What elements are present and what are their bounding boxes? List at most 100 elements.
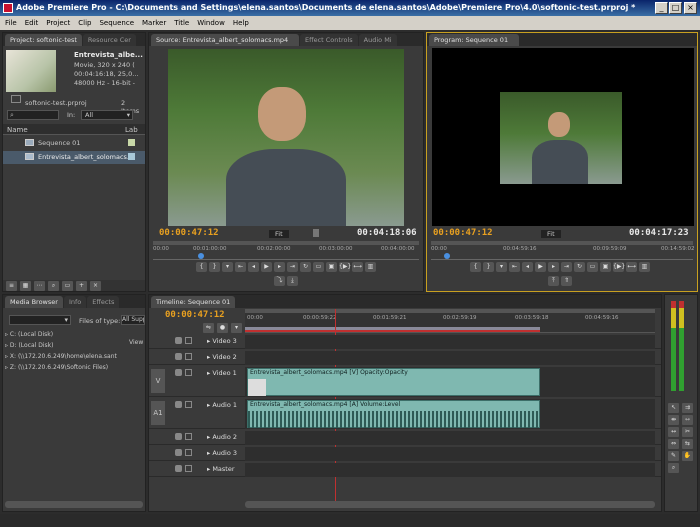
timeline-zoom-bar[interactable] bbox=[245, 309, 655, 313]
timeline-ruler[interactable]: 00:00 00:00:59:22 00:01:59:21 00:02:59:1… bbox=[245, 309, 655, 333]
rate-stretch-tool-icon[interactable]: ↔ bbox=[668, 427, 679, 437]
menu-file[interactable]: File bbox=[5, 16, 17, 30]
maximize-button[interactable]: □ bbox=[669, 2, 682, 14]
slip-tool-icon[interactable]: ⇔ bbox=[668, 439, 679, 449]
tab-media-browser[interactable]: Media Browser bbox=[5, 296, 63, 308]
tab-info[interactable]: Info bbox=[63, 296, 87, 308]
automate-icon[interactable]: ⋯ bbox=[34, 281, 45, 291]
play-icon[interactable]: ▶ bbox=[535, 262, 546, 272]
source-current-timecode[interactable]: 00:00:47:12 bbox=[159, 228, 219, 238]
play-in-out-icon[interactable]: {▶} bbox=[613, 262, 625, 272]
step-forward-icon[interactable]: ▸ bbox=[274, 262, 285, 272]
track-lane[interactable] bbox=[245, 463, 655, 477]
menu-clip[interactable]: Clip bbox=[78, 16, 91, 30]
rolling-edit-tool-icon[interactable]: ⇿ bbox=[682, 415, 693, 425]
track-lane[interactable] bbox=[245, 335, 655, 349]
tab-effect-controls[interactable]: Effect Controls bbox=[300, 34, 358, 46]
source-time-ruler[interactable]: 00:00 00:01:00:00 00:02:00:00 00:03:00:0… bbox=[153, 246, 419, 260]
lock-icon[interactable] bbox=[185, 433, 192, 440]
pen-tool-icon[interactable]: ✎ bbox=[668, 451, 679, 461]
speaker-icon[interactable] bbox=[175, 465, 182, 472]
speaker-icon[interactable] bbox=[175, 449, 182, 456]
set-out-icon[interactable]: } bbox=[209, 262, 220, 272]
marker-icon[interactable]: ● bbox=[217, 323, 228, 333]
timeline-timecode[interactable]: 00:00:47:12 bbox=[165, 310, 225, 320]
menu-help[interactable]: Help bbox=[233, 16, 249, 30]
track-lane[interactable]: Entrevista_albert_solomacs.mp4 [A] Volum… bbox=[245, 399, 655, 429]
drive-item[interactable]: ▹ D: (Local Disk) bbox=[5, 342, 125, 353]
close-button[interactable]: × bbox=[684, 2, 697, 14]
lock-icon[interactable] bbox=[185, 401, 192, 408]
selection-tool-icon[interactable]: ↖ bbox=[668, 403, 679, 413]
hand-tool-icon[interactable]: ✋ bbox=[682, 451, 693, 461]
insert-icon[interactable]: ⤵ bbox=[274, 276, 285, 286]
set-marker-icon[interactable]: ▾ bbox=[231, 323, 242, 333]
menu-window[interactable]: Window bbox=[197, 16, 225, 30]
lock-icon[interactable] bbox=[185, 369, 192, 376]
eye-icon[interactable] bbox=[175, 353, 182, 360]
menu-project[interactable]: Project bbox=[46, 16, 70, 30]
lock-icon[interactable] bbox=[185, 449, 192, 456]
tab-audio-mixer[interactable]: Audio Mi bbox=[358, 34, 397, 46]
timeline-scrollbar[interactable] bbox=[245, 501, 655, 508]
step-back-icon[interactable]: ◂ bbox=[522, 262, 533, 272]
eye-icon[interactable] bbox=[175, 337, 182, 344]
lock-icon[interactable] bbox=[185, 353, 192, 360]
track-lane[interactable] bbox=[245, 431, 655, 445]
list-view-icon[interactable]: ≡ bbox=[6, 281, 17, 291]
drive-item[interactable]: ▹ X: (\\172.20.6.249\home\elena.sant bbox=[5, 353, 125, 364]
program-current-timecode[interactable]: 00:00:47:12 bbox=[433, 228, 493, 238]
set-in-icon[interactable]: { bbox=[196, 262, 207, 272]
snap-icon[interactable]: ⇋ bbox=[203, 323, 214, 333]
col-label[interactable]: Lab bbox=[125, 126, 138, 134]
speaker-icon[interactable] bbox=[175, 433, 182, 440]
media-browser-scrollbar[interactable] bbox=[5, 501, 143, 508]
source-zoom-bar[interactable] bbox=[153, 241, 419, 245]
marker-icon[interactable]: ▾ bbox=[222, 262, 233, 272]
files-of-type-select[interactable]: All Supp bbox=[121, 315, 145, 325]
slide-tool-icon[interactable]: ⇆ bbox=[682, 439, 693, 449]
video-clip[interactable]: Entrevista_albert_solomacs.mp4 [V] Opaci… bbox=[247, 368, 541, 396]
ripple-edit-tool-icon[interactable]: ⇹ bbox=[668, 415, 679, 425]
goto-in-icon[interactable]: ⇤ bbox=[509, 262, 520, 272]
jog-icon[interactable]: ▥ bbox=[639, 262, 650, 272]
export-frame-icon[interactable]: ▣ bbox=[326, 262, 337, 272]
lock-icon[interactable] bbox=[185, 465, 192, 472]
audio-clip[interactable]: Entrevista_albert_solomacs.mp4 [A] Volum… bbox=[247, 400, 541, 428]
goto-out-icon[interactable]: ⇥ bbox=[287, 262, 298, 272]
shuttle-icon[interactable]: ⟷ bbox=[352, 262, 363, 272]
tab-program[interactable]: Program: Sequence 01 bbox=[429, 34, 519, 46]
path-select[interactable]: ▾ bbox=[9, 315, 71, 325]
menu-marker[interactable]: Marker bbox=[142, 16, 166, 30]
source-track-target[interactable]: A1 bbox=[151, 401, 165, 425]
find-icon[interactable]: ⌕ bbox=[48, 281, 59, 291]
speaker-icon[interactable] bbox=[175, 401, 182, 408]
tab-effects[interactable]: Effects bbox=[87, 296, 120, 308]
loop-icon[interactable]: ↻ bbox=[574, 262, 585, 272]
minimize-button[interactable]: _ bbox=[655, 2, 668, 14]
menu-title[interactable]: Title bbox=[174, 16, 189, 30]
set-out-icon[interactable]: } bbox=[483, 262, 494, 272]
project-search-input[interactable]: ⌕ bbox=[7, 110, 59, 120]
program-time-ruler[interactable]: 00:00 00:04:59:16 00:09:59:09 00:14:59:0… bbox=[431, 246, 695, 260]
drive-item[interactable]: ▹ C: (Local Disk) bbox=[5, 331, 125, 342]
lock-icon[interactable] bbox=[185, 337, 192, 344]
track-lane[interactable] bbox=[245, 351, 655, 365]
program-fit-select[interactable]: Fit bbox=[541, 230, 561, 238]
drive-item[interactable]: ▹ Z: (\\172.20.6.249\Softonic Files) bbox=[5, 364, 125, 375]
list-item[interactable]: Sequence 01 bbox=[3, 137, 145, 150]
zoom-tool-icon[interactable]: ⌕ bbox=[668, 463, 679, 473]
loop-icon[interactable]: ↻ bbox=[300, 262, 311, 272]
overlay-icon[interactable]: ⤓ bbox=[287, 276, 298, 286]
lift-icon[interactable]: ⤒ bbox=[548, 276, 559, 286]
safe-margins-icon[interactable]: ▭ bbox=[313, 262, 324, 272]
program-playhead[interactable] bbox=[443, 253, 450, 259]
source-fit-select[interactable]: Fit bbox=[269, 230, 289, 238]
tab-source[interactable]: Source: Entrevista_albert_solomacs.mp4 bbox=[151, 34, 299, 46]
export-frame-icon[interactable]: ▣ bbox=[600, 262, 611, 272]
jog-icon[interactable]: ▥ bbox=[365, 262, 376, 272]
tab-timeline[interactable]: Timeline: Sequence 01 bbox=[151, 296, 235, 308]
track-lane[interactable]: Entrevista_albert_solomacs.mp4 [V] Opaci… bbox=[245, 367, 655, 397]
set-in-icon[interactable]: { bbox=[470, 262, 481, 272]
step-forward-icon[interactable]: ▸ bbox=[548, 262, 559, 272]
